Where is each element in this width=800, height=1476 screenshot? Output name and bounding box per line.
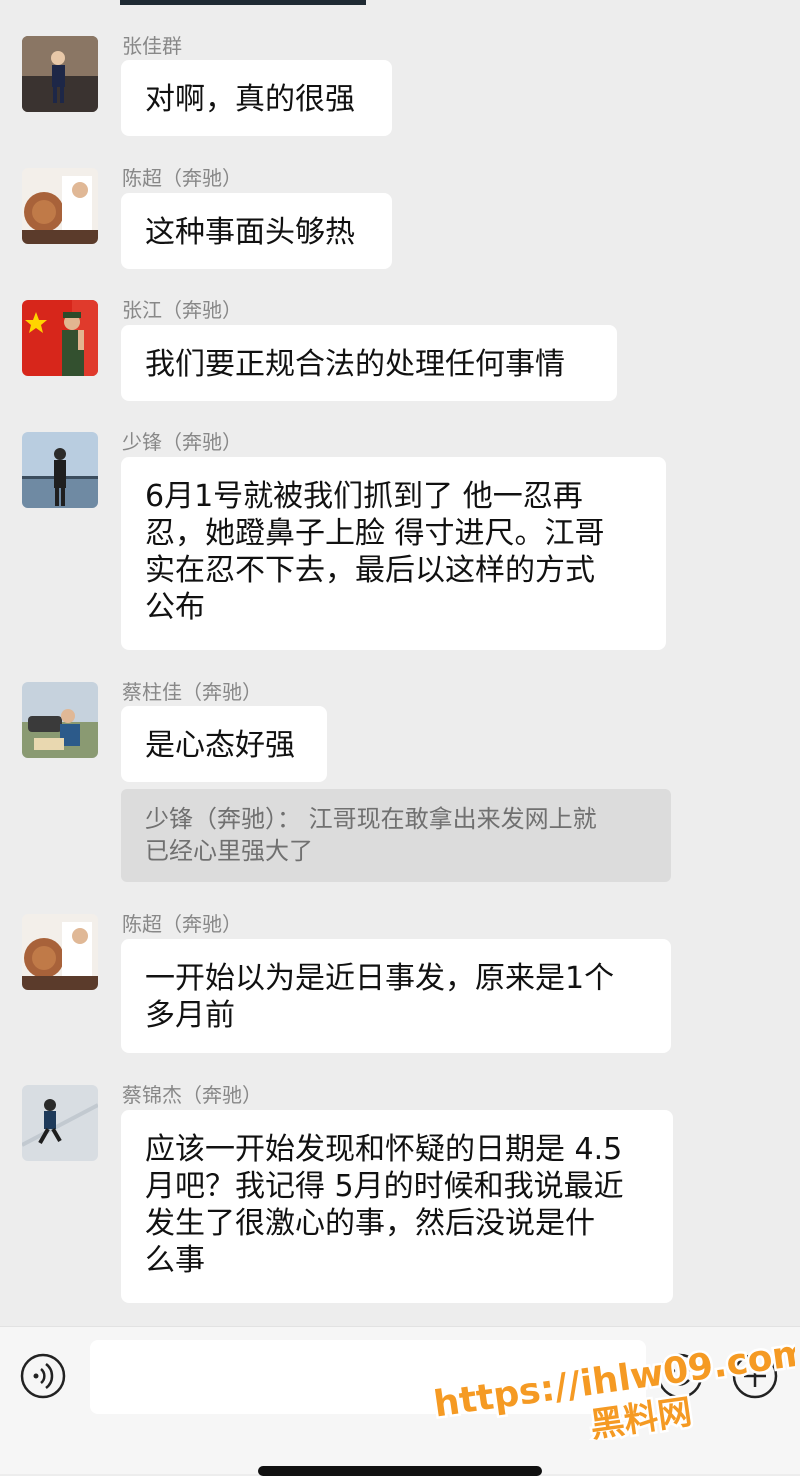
home-indicator [258,1466,542,1476]
message-text: 是心态好强 [145,728,295,763]
message-text: 这种事面头够热 [145,215,355,250]
message-text-line: 实在忍不下去，最后以这样的方式 [145,553,595,588]
message-bubble[interactable]: 这种事面头够热 [121,193,392,269]
message-bubble[interactable]: 是心态好强 [121,706,327,782]
message-bubble[interactable]: 6月1号就被我们抓到了 他一忍再 忍，她蹬鼻子上脸 得寸进尺。江哥 实在忍不下去… [121,457,666,650]
sender-name: 张江（奔驰） [122,298,242,322]
avatar[interactable] [22,1085,98,1161]
message-text-line: 么事 [145,1243,205,1278]
avatar[interactable] [22,300,98,376]
voice-icon[interactable] [20,1353,66,1399]
message-text: 我们要正规合法的处理任何事情 [145,347,565,382]
sender-name: 陈超（奔驰） [122,912,242,936]
message-text-line: 6月1号就被我们抓到了 他一忍再 [145,479,583,514]
avatar[interactable] [22,914,98,990]
message-text-line: 忍，她蹬鼻子上脸 得寸进尺。江哥 [145,516,605,551]
sender-name: 少锋（奔驰） [122,430,242,454]
sender-name: 陈超（奔驰） [122,166,242,190]
message-bubble[interactable]: 对啊，真的很强 [121,60,392,136]
message-text-line: 月吧？我记得 5月的时候和我说最近 [145,1169,624,1204]
avatar[interactable] [22,168,98,244]
message-text-line: 发生了很激心的事，然后没说是什 [145,1206,595,1241]
avatar[interactable] [22,36,98,112]
quoted-reply[interactable]: 少锋（奔驰）： 江哥现在敢拿出来发网上就 已经心里强大了 [121,789,671,882]
message-text-line: 公布 [145,590,205,625]
message-bubble[interactable]: 一开始以为是近日事发，原来是1个 多月前 [121,939,671,1053]
sender-name: 蔡柱佳（奔驰） [122,680,262,704]
avatar[interactable] [22,432,98,508]
previous-message-edge [120,0,366,5]
sender-name: 蔡锦杰（奔驰） [122,1083,262,1107]
quote-text-line: 少锋（奔驰）： 江哥现在敢拿出来发网上就 [145,805,597,833]
avatar[interactable] [22,682,98,758]
message-text-line: 应该一开始发现和怀疑的日期是 4.5 [145,1132,623,1167]
sender-name: 张佳群 [122,34,182,58]
message-bubble[interactable]: 应该一开始发现和怀疑的日期是 4.5 月吧？我记得 5月的时候和我说最近 发生了… [121,1110,673,1303]
watermark: https://ihlw09.com 黑料网 [425,1330,800,1449]
message-text-line: 多月前 [145,998,235,1033]
message-text: 对啊，真的很强 [145,82,355,117]
message-text-line: 一开始以为是近日事发，原来是1个 [145,961,615,996]
message-bubble[interactable]: 我们要正规合法的处理任何事情 [121,325,617,401]
quote-text-line: 已经心里强大了 [145,837,313,865]
